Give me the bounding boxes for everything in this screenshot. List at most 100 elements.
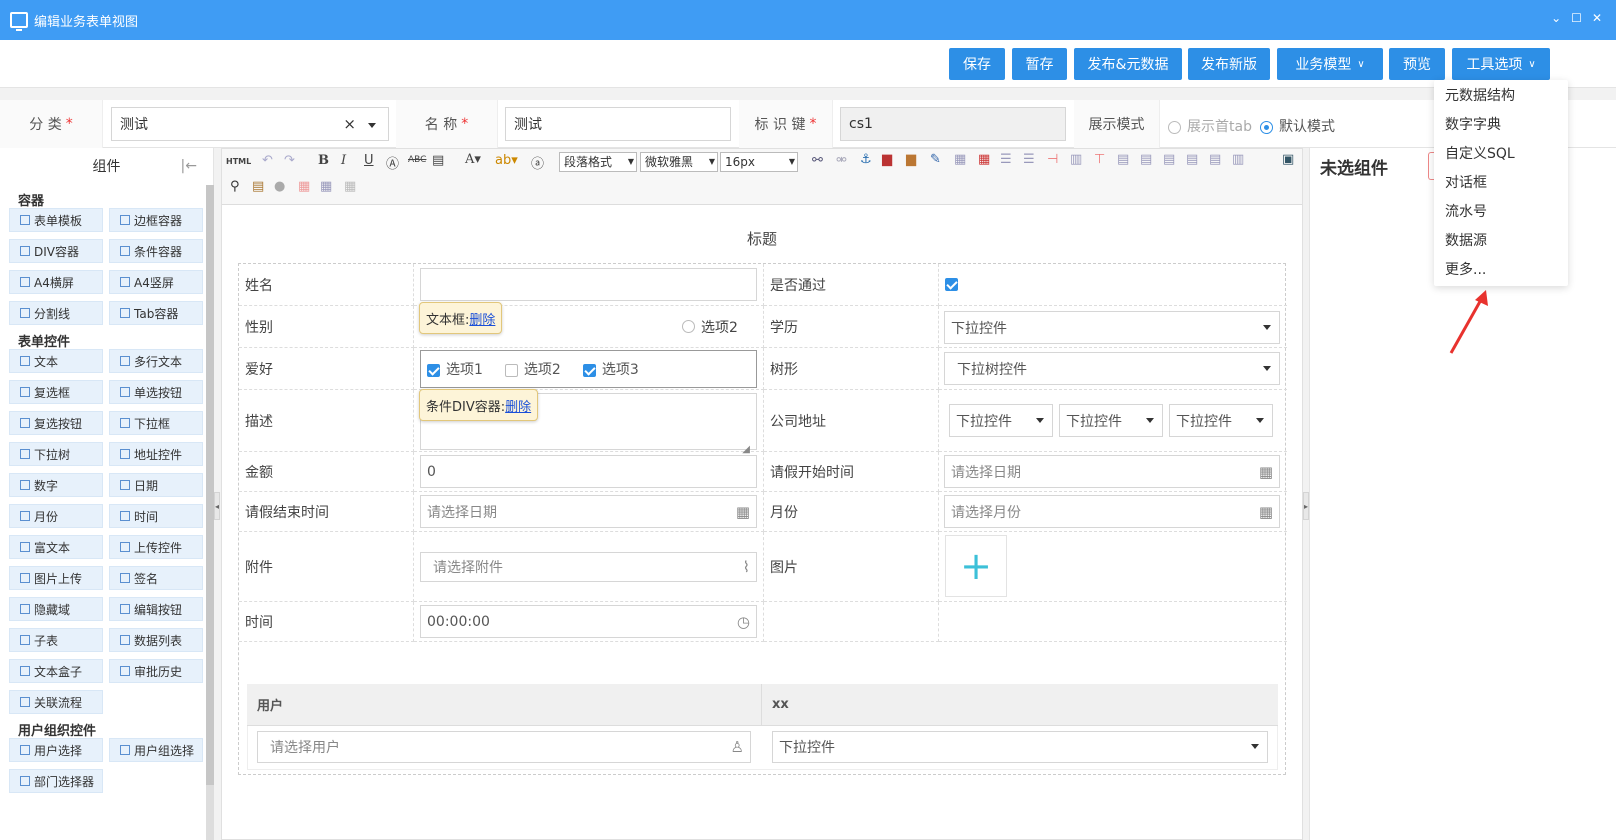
- gallery-icon[interactable]: ▆: [906, 152, 916, 167]
- component-item[interactable]: 关联流程: [9, 690, 103, 714]
- address-city-dropdown[interactable]: 下拉控件: [1059, 404, 1163, 437]
- insert-row-before-icon[interactable]: ☰: [1000, 152, 1012, 167]
- calendar-tool-icon[interactable]: ▦: [298, 179, 310, 194]
- address-province-dropdown[interactable]: 下拉控件: [949, 404, 1053, 437]
- insert-row-after-icon[interactable]: ☰: [1023, 152, 1035, 167]
- mode-option-first-tab[interactable]: 展示首tab: [1168, 116, 1252, 136]
- delete-table-icon[interactable]: ▦: [978, 152, 990, 167]
- xx-dropdown[interactable]: 下拉控件: [772, 731, 1268, 763]
- component-item[interactable]: A4竖屏: [109, 270, 203, 294]
- key-input[interactable]: cs1: [840, 107, 1066, 141]
- menu-item-dialog[interactable]: 对话框: [1434, 167, 1568, 196]
- undo-icon[interactable]: ↶: [262, 153, 273, 168]
- component-item[interactable]: 部门选择器: [9, 769, 103, 793]
- component-item[interactable]: Tab容器: [109, 301, 203, 325]
- font-border-icon[interactable]: Ⓐ: [386, 153, 399, 172]
- add-image-icon[interactable]: +: [945, 535, 1007, 597]
- component-item[interactable]: 下拉框: [109, 411, 203, 435]
- menu-item-serial-number[interactable]: 流水号: [1434, 196, 1568, 225]
- calendar-icon[interactable]: ▦: [736, 503, 750, 521]
- time-input[interactable]: 00:00:00 ◷: [420, 605, 757, 638]
- leave-end-date-input[interactable]: 请选择日期 ▦: [420, 495, 757, 528]
- component-item[interactable]: 富文本: [9, 535, 103, 559]
- radio-icon[interactable]: [682, 320, 695, 333]
- draft-button[interactable]: 暂存: [1012, 48, 1067, 80]
- component-item[interactable]: 月份: [9, 504, 103, 528]
- component-item[interactable]: A4横屏: [9, 270, 103, 294]
- text-box-icon[interactable]: ⓐ: [531, 153, 544, 172]
- font-family-select[interactable]: 微软雅黑 ▼: [640, 152, 718, 172]
- component-item[interactable]: DIV容器: [9, 239, 103, 263]
- name-input[interactable]: 测试: [505, 107, 731, 141]
- bold-icon[interactable]: B: [318, 153, 329, 168]
- calendar-icon[interactable]: ▦: [1259, 463, 1273, 481]
- merge-down-icon[interactable]: ▤: [1163, 152, 1175, 167]
- menu-item-custom-sql[interactable]: 自定义SQL: [1434, 138, 1568, 167]
- menu-item-more[interactable]: 更多...: [1434, 254, 1568, 283]
- hobby-option-2[interactable]: 选项2: [504, 359, 561, 379]
- scrollbar-thumb[interactable]: [206, 185, 214, 785]
- component-item[interactable]: 上传控件: [109, 535, 203, 559]
- paste-icon[interactable]: ▤: [252, 179, 264, 194]
- component-item[interactable]: 边框容器: [109, 208, 203, 232]
- user-icon[interactable]: ♙: [731, 738, 744, 756]
- component-item[interactable]: 子表: [9, 628, 103, 652]
- hobby-option-3[interactable]: 选项3: [582, 359, 639, 379]
- component-item[interactable]: 分割线: [9, 301, 103, 325]
- component-item[interactable]: 文本盒子: [9, 659, 103, 683]
- delete-col-icon[interactable]: ⊤: [1094, 152, 1105, 167]
- component-item[interactable]: 表单模板: [9, 208, 103, 232]
- component-item[interactable]: 地址控件: [109, 442, 203, 466]
- search-replace-icon[interactable]: ⚲: [230, 179, 240, 194]
- component-item[interactable]: 编辑按钮: [109, 597, 203, 621]
- attachment-input[interactable]: 请选择附件 ⌇: [420, 552, 757, 582]
- component-item[interactable]: 用户组选择: [109, 738, 203, 762]
- calendar-icon[interactable]: ▦: [1259, 503, 1273, 521]
- anchor-icon[interactable]: ⚓: [860, 152, 872, 167]
- mode-option-default[interactable]: 默认模式: [1260, 116, 1335, 136]
- font-size-select[interactable]: 16px ▼: [720, 152, 798, 172]
- menu-item-datasource[interactable]: 数据源: [1434, 225, 1568, 254]
- paragraph-format-select[interactable]: 段落格式 ▼: [559, 152, 637, 172]
- tree-dropdown[interactable]: 下拉树控件: [944, 352, 1280, 385]
- coin-icon[interactable]: ●: [274, 179, 285, 194]
- maximize-icon[interactable]: ☐: [1571, 11, 1582, 25]
- component-item[interactable]: 审批历史: [109, 659, 203, 683]
- paperclip-icon[interactable]: ⌇: [743, 558, 750, 576]
- image-icon[interactable]: ▆: [882, 152, 892, 167]
- split-cells-icon[interactable]: ▤: [1186, 152, 1198, 167]
- cond-div-delete-link[interactable]: 删除: [505, 396, 531, 415]
- underline-icon[interactable]: U: [364, 153, 374, 168]
- publish-new-version-button[interactable]: 发布新版: [1188, 48, 1270, 80]
- preview-monitor-icon[interactable]: ▣: [1282, 152, 1294, 167]
- highlight-color-icon[interactable]: ab▾: [495, 153, 518, 168]
- component-item[interactable]: 图片上传: [9, 566, 103, 590]
- merge-cells-icon[interactable]: ▤: [1117, 152, 1129, 167]
- name-text-input[interactable]: [420, 268, 757, 301]
- split-cols-icon[interactable]: ▥: [1232, 152, 1244, 167]
- component-item[interactable]: 日期: [109, 473, 203, 497]
- form-title[interactable]: 标题: [222, 228, 1302, 249]
- delete-row-icon[interactable]: ⊣: [1047, 152, 1058, 167]
- collapse-left-icon[interactable]: |←: [181, 158, 197, 174]
- italic-icon[interactable]: I: [341, 153, 346, 168]
- left-expand-handle[interactable]: ◂: [214, 492, 220, 520]
- component-item[interactable]: 数据列表: [109, 628, 203, 652]
- paste-format-icon[interactable]: ▤: [432, 153, 444, 168]
- menu-item-dictionary[interactable]: 数字字典: [1434, 109, 1568, 138]
- publish-metadata-button[interactable]: 发布&元数据: [1074, 48, 1182, 80]
- component-item[interactable]: 数字: [9, 473, 103, 497]
- component-item[interactable]: 复选框: [9, 380, 103, 404]
- clock-icon[interactable]: ◷: [737, 613, 750, 631]
- preview-button[interactable]: 预览: [1389, 48, 1445, 80]
- attachment-icon[interactable]: ✎: [930, 152, 941, 167]
- link-icon[interactable]: ⚯: [812, 153, 823, 168]
- print-icon[interactable]: ▦: [344, 179, 356, 194]
- component-item[interactable]: 签名: [109, 566, 203, 590]
- component-item[interactable]: 多行文本: [109, 349, 203, 373]
- split-rows-icon[interactable]: ▤: [1209, 152, 1221, 167]
- redo-icon[interactable]: ↷: [284, 153, 295, 168]
- close-icon[interactable]: ✕: [1592, 11, 1602, 25]
- component-item[interactable]: 下拉树: [9, 442, 103, 466]
- component-item[interactable]: 文本: [9, 349, 103, 373]
